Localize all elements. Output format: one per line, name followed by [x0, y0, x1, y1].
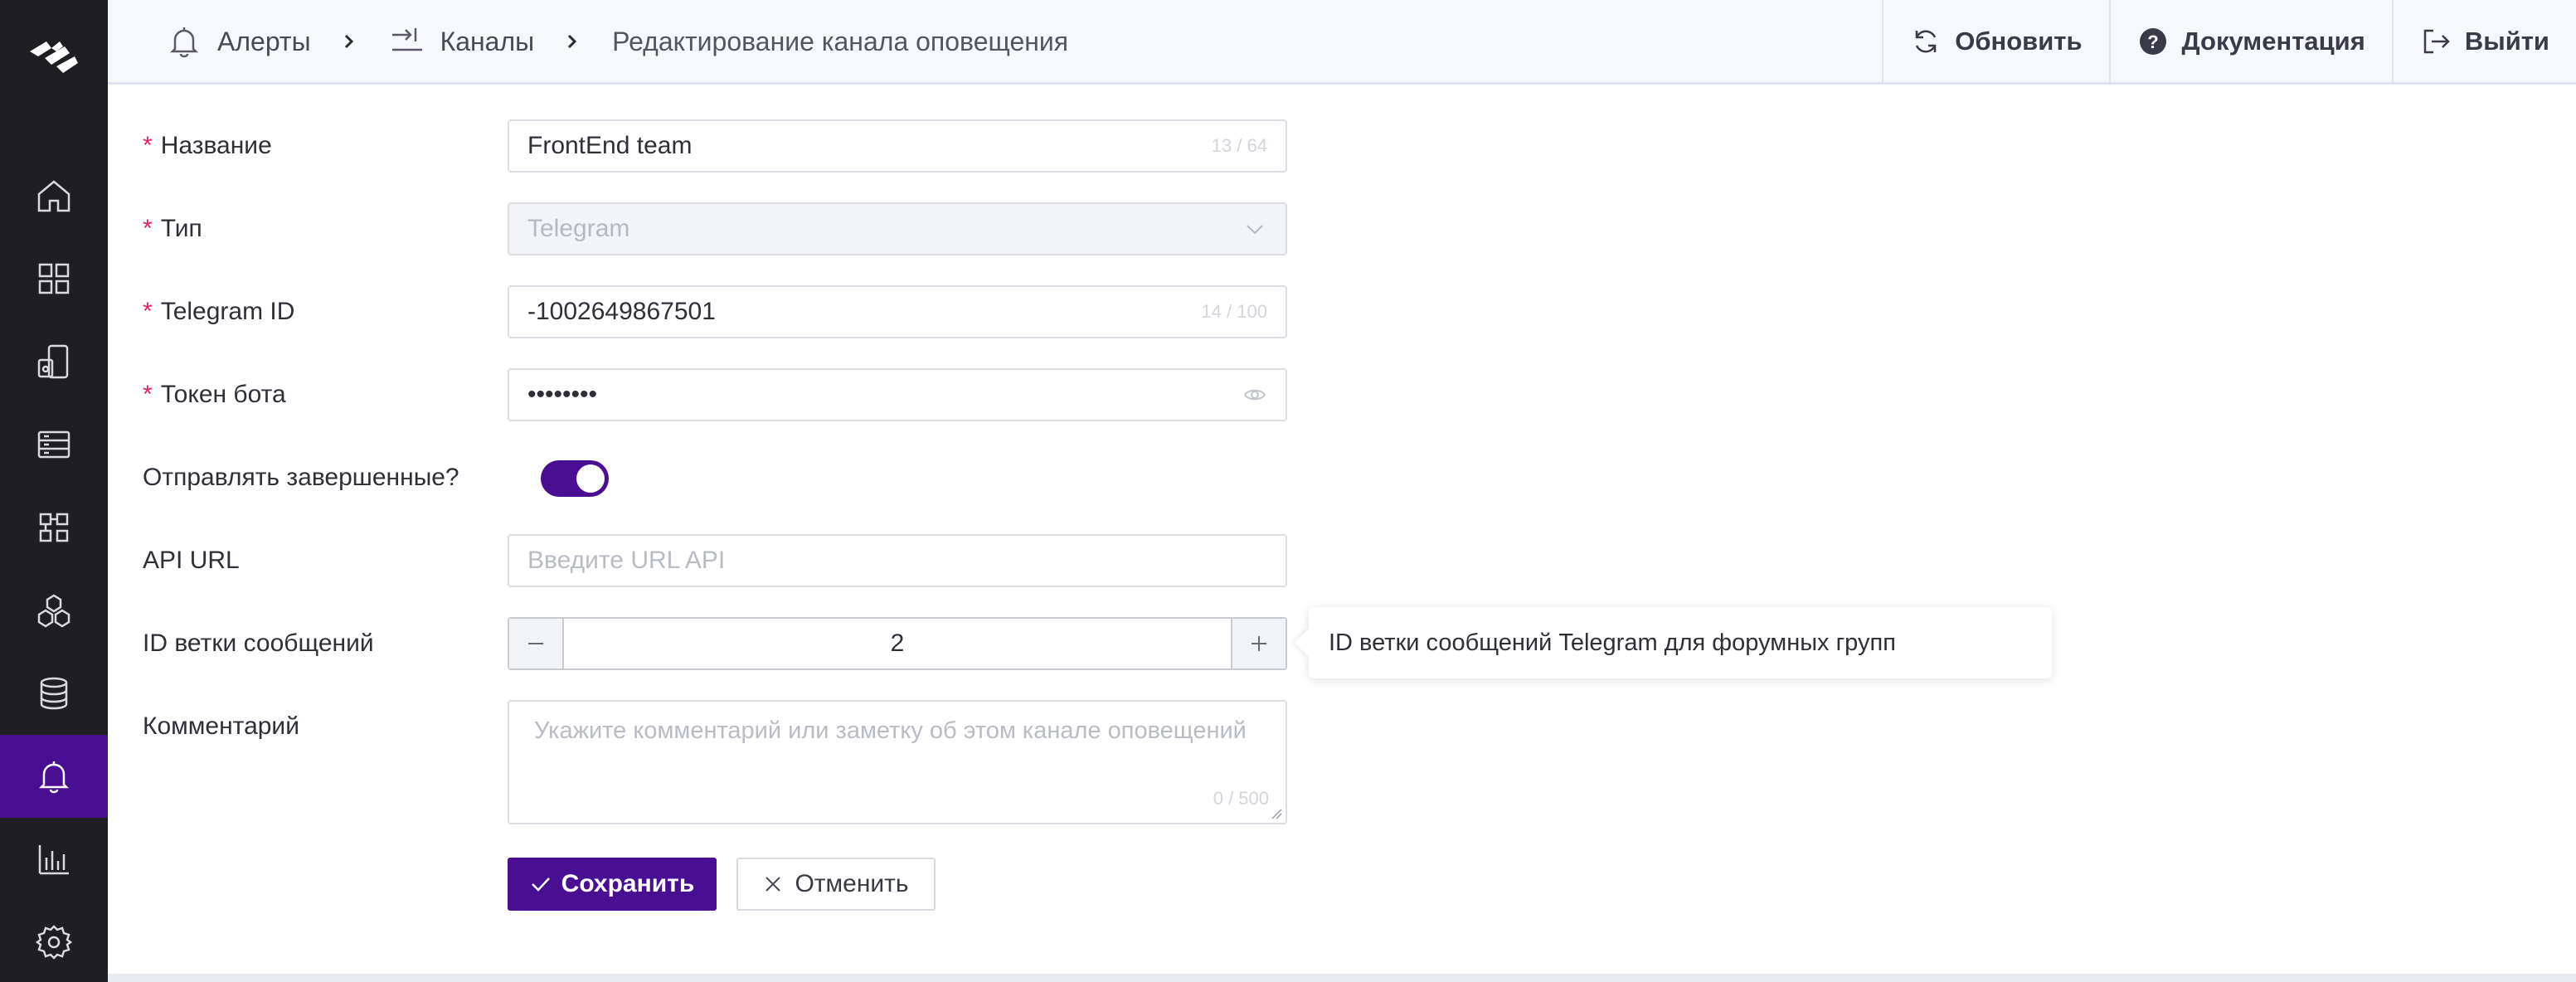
devices-icon	[37, 344, 69, 379]
increment-button[interactable]	[1231, 619, 1286, 668]
plus-icon	[1252, 636, 1266, 651]
chevron-right-icon	[341, 33, 357, 50]
breadcrumb-label: Алерты	[217, 26, 311, 56]
breadcrumb-channels[interactable]: Каналы	[389, 23, 535, 60]
svg-text:?: ?	[2147, 32, 2158, 52]
tooltip-text: ID ветки сообщений Telegram для форумных…	[1329, 629, 1896, 656]
char-counter: 14 / 100	[1201, 301, 1267, 322]
cancel-button[interactable]: Отменить	[736, 858, 936, 911]
check-icon	[531, 877, 550, 892]
char-counter: 0 / 500	[1213, 788, 1269, 809]
refresh-icon	[1916, 30, 1937, 53]
type-value: Telegram	[527, 215, 630, 242]
breadcrumb-current: Редактирование канала оповещения	[612, 27, 1068, 57]
resize-handle-icon[interactable]	[1271, 808, 1282, 819]
save-label: Сохранить	[561, 870, 695, 897]
documentation-label: Документация	[2181, 27, 2365, 56]
documentation-button[interactable]: ? Документация	[2108, 0, 2392, 83]
name-label: * Название	[143, 132, 272, 159]
logo-icon[interactable]	[27, 33, 81, 83]
gear-icon	[35, 925, 73, 960]
help-icon: ?	[2139, 28, 2166, 55]
sidebar-item-dashboards[interactable]	[0, 237, 108, 320]
list-panel-icon	[37, 430, 70, 459]
bar-chart-icon	[38, 845, 69, 875]
telegram-id-label: * Telegram ID	[143, 298, 295, 325]
sidebar-item-services[interactable]	[0, 569, 108, 652]
save-button[interactable]: Сохранить	[508, 858, 717, 911]
comment-label: Комментарий	[143, 712, 299, 740]
logout-button[interactable]: Выйти	[2391, 0, 2576, 83]
page-title: Редактирование канала оповещения	[612, 26, 1069, 56]
chevron-down-icon	[1247, 225, 1263, 235]
dashboard-grid-icon	[38, 263, 70, 294]
sidebar-item-home[interactable]	[0, 154, 108, 237]
sidebar-item-list[interactable]	[0, 403, 108, 486]
bot-token-label: * Токен бота	[143, 381, 286, 408]
apps-icon	[39, 513, 69, 542]
type-label: * Тип	[143, 215, 202, 242]
send-resolved-label: Отправлять завершенные?	[143, 464, 459, 491]
minus-icon	[528, 643, 543, 644]
send-resolved-toggle[interactable]	[541, 460, 609, 497]
sidebar-item-settings[interactable]	[0, 901, 108, 982]
api-url-label: API URL	[143, 547, 240, 574]
char-counter: 13 / 64	[1211, 135, 1267, 156]
comment-placeholder: Укажите комментарий или заметку об этом …	[534, 717, 1247, 744]
close-icon	[766, 877, 781, 892]
thread-id-value[interactable]: 2	[564, 619, 1231, 668]
thread-id-stepper: 2	[508, 617, 1287, 670]
bell-icon	[169, 27, 199, 58]
bell-icon	[38, 761, 70, 794]
top-header: Алерты Каналы Редактирование канала опов…	[108, 0, 2576, 85]
sidebar	[0, 0, 108, 982]
telegram-id-value: -1002649867501	[527, 298, 716, 325]
refresh-button[interactable]: Обновить	[1882, 0, 2108, 83]
name-value: FrontEnd team	[527, 132, 693, 159]
toggle-knob	[576, 464, 605, 493]
horizontal-scrollbar[interactable]	[108, 974, 2576, 982]
breadcrumb-label: Каналы	[440, 26, 535, 56]
database-icon	[40, 677, 68, 710]
hexagons-icon	[37, 594, 70, 628]
thread-id-tooltip: ID ветки сообщений Telegram для форумных…	[1309, 607, 2052, 678]
name-input[interactable]: FrontEnd team 13 / 64	[508, 119, 1287, 173]
sidebar-item-alerts[interactable]	[0, 735, 108, 818]
sidebar-item-database[interactable]	[0, 652, 108, 735]
api-url-placeholder: Введите URL API	[527, 547, 726, 574]
api-url-input[interactable]: Введите URL API	[508, 534, 1287, 587]
logout-label: Выйти	[2464, 27, 2549, 56]
breadcrumb-alerts[interactable]: Алерты	[166, 23, 311, 60]
sidebar-item-devices[interactable]	[0, 320, 108, 403]
refresh-label: Обновить	[1955, 27, 2083, 56]
bot-token-input[interactable]: ••••••••	[508, 368, 1287, 421]
chevron-right-icon	[564, 33, 581, 50]
sidebar-item-analytics[interactable]	[0, 818, 108, 901]
telegram-id-input[interactable]: -1002649867501 14 / 100	[508, 285, 1287, 338]
sidebar-item-apps[interactable]	[0, 486, 108, 569]
cancel-label: Отменить	[795, 870, 909, 897]
header-actions: Обновить ? Документация Выйти	[1882, 0, 2576, 83]
type-select[interactable]: Telegram	[508, 202, 1287, 255]
thread-id-label: ID ветки сообщений	[143, 630, 374, 657]
eye-icon[interactable]	[1242, 382, 1267, 407]
comment-textarea[interactable]: Укажите комментарий или заметку об этом …	[508, 700, 1287, 824]
channels-icon	[391, 28, 422, 51]
logout-icon	[2423, 29, 2450, 54]
home-icon	[37, 180, 70, 212]
bot-token-value: ••••••••	[527, 381, 598, 408]
decrement-button[interactable]	[509, 619, 564, 668]
breadcrumb: Алерты Каналы Редактирование канала опов…	[166, 0, 1068, 83]
